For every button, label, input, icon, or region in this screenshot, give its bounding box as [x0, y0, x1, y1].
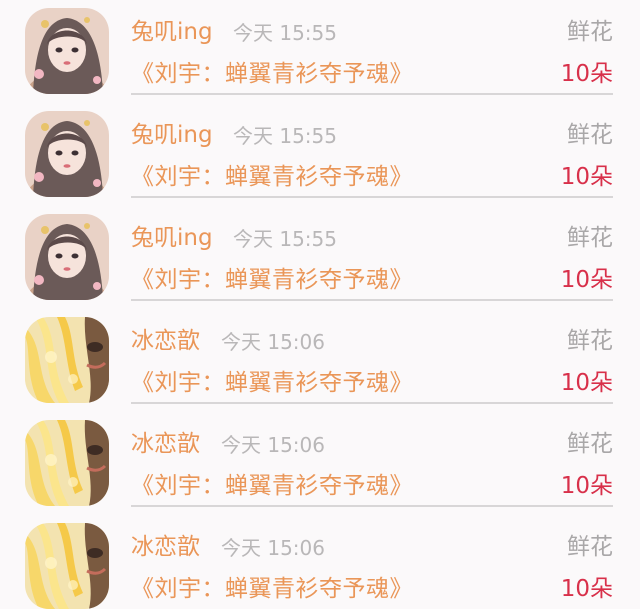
gift-record-list: 兔叽ing 今天 15:55 鲜花 《刘宇：蝉翼青衫夺予魂》 10朵 兔叽ing… [0, 0, 640, 609]
work-title-link[interactable]: 《刘宇：蝉翼青衫夺予魂》 [131, 368, 413, 398]
girl-portrait-avatar[interactable] [25, 8, 109, 94]
gift-count: 10朵 [560, 164, 613, 190]
row-divider [131, 299, 613, 301]
gift-count: 10朵 [560, 576, 613, 602]
gift-count: 10朵 [560, 370, 613, 396]
sender-name[interactable]: 兔叽ing [131, 121, 213, 149]
gift-time: 今天 15:06 [221, 330, 325, 354]
girl-portrait-avatar[interactable] [25, 214, 109, 300]
work-title-link[interactable]: 《刘宇：蝉翼青衫夺予魂》 [131, 59, 413, 89]
row-divider [131, 402, 613, 404]
gift-type: 鲜花 [567, 534, 613, 560]
golden-light-avatar[interactable] [25, 317, 109, 403]
row-divider [131, 196, 613, 198]
work-title-link[interactable]: 《刘宇：蝉翼青衫夺予魂》 [131, 574, 413, 604]
work-title-link[interactable]: 《刘宇：蝉翼青衫夺予魂》 [131, 162, 413, 192]
work-title-link[interactable]: 《刘宇：蝉翼青衫夺予魂》 [131, 471, 413, 501]
sender-name[interactable]: 冰恋歆 [131, 533, 200, 561]
sender-name[interactable]: 冰恋歆 [131, 327, 200, 355]
golden-light-avatar[interactable] [25, 523, 109, 609]
gift-record-row[interactable]: 兔叽ing 今天 15:55 鲜花 《刘宇：蝉翼青衫夺予魂》 10朵 [0, 0, 640, 103]
gift-time: 今天 15:55 [233, 21, 337, 45]
sender-name[interactable]: 兔叽ing [131, 18, 213, 46]
gift-type: 鲜花 [567, 328, 613, 354]
gift-type: 鲜花 [567, 19, 613, 45]
gift-type: 鲜花 [567, 431, 613, 457]
row-divider [131, 505, 613, 507]
sender-name[interactable]: 冰恋歆 [131, 430, 200, 458]
gift-type: 鲜花 [567, 225, 613, 251]
gift-time: 今天 15:55 [233, 124, 337, 148]
gift-record-row[interactable]: 兔叽ing 今天 15:55 鲜花 《刘宇：蝉翼青衫夺予魂》 10朵 [0, 206, 640, 309]
gift-time: 今天 15:55 [233, 227, 337, 251]
gift-record-row[interactable]: 冰恋歆 今天 15:06 鲜花 《刘宇：蝉翼青衫夺予魂》 10朵 [0, 515, 640, 609]
gift-record-row[interactable]: 冰恋歆 今天 15:06 鲜花 《刘宇：蝉翼青衫夺予魂》 10朵 [0, 309, 640, 412]
gift-type: 鲜花 [567, 122, 613, 148]
gift-count: 10朵 [560, 61, 613, 87]
work-title-link[interactable]: 《刘宇：蝉翼青衫夺予魂》 [131, 265, 413, 295]
golden-light-avatar[interactable] [25, 420, 109, 506]
sender-name[interactable]: 兔叽ing [131, 224, 213, 252]
girl-portrait-avatar[interactable] [25, 111, 109, 197]
gift-time: 今天 15:06 [221, 536, 325, 560]
gift-record-row[interactable]: 冰恋歆 今天 15:06 鲜花 《刘宇：蝉翼青衫夺予魂》 10朵 [0, 412, 640, 515]
row-divider [131, 93, 613, 95]
gift-count: 10朵 [560, 473, 613, 499]
gift-time: 今天 15:06 [221, 433, 325, 457]
gift-count: 10朵 [560, 267, 613, 293]
gift-record-row[interactable]: 兔叽ing 今天 15:55 鲜花 《刘宇：蝉翼青衫夺予魂》 10朵 [0, 103, 640, 206]
